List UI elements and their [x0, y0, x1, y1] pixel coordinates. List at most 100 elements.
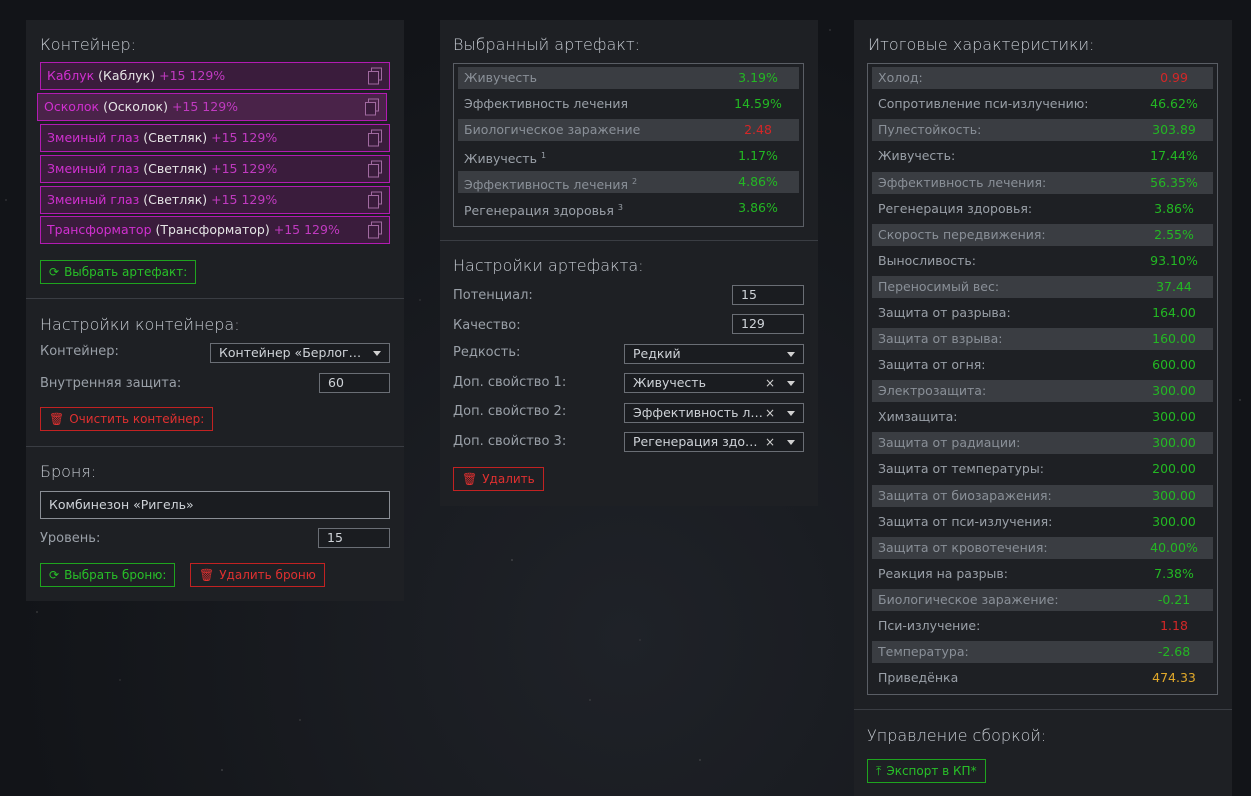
item-name: Змеиный глаз: [47, 130, 140, 145]
chevron-down-icon: [787, 411, 795, 416]
stat-label: Биологическое заражение:: [878, 592, 1059, 607]
item-type: (Трансформатор): [155, 222, 270, 237]
stat-value: 300.00: [1152, 514, 1196, 529]
stat-label: Защита от пси-излучения:: [878, 514, 1053, 529]
item-bonus: +15 129%: [273, 222, 340, 237]
delete-armor-button[interactable]: 🗑 Удалить броню: [190, 563, 325, 587]
stat-value: 300.00: [1152, 409, 1196, 424]
rarity-select[interactable]: Редкий: [624, 344, 804, 364]
total-stat-row: Холод: 0.99: [872, 67, 1213, 89]
stat-value: -2.68: [1157, 644, 1191, 659]
divider: [26, 446, 404, 447]
stat-value: 3.86%: [1154, 201, 1194, 216]
trash-icon: 🗑: [199, 568, 215, 582]
artifact-stat-row: Живучесть 3.19%: [458, 67, 799, 89]
stat-value: 17.44%: [1150, 148, 1198, 163]
container-panel: Контейнер: Каблук (Каблук) +15 129% Оскол…: [26, 20, 404, 601]
stat-label: Выносливость:: [878, 253, 976, 268]
level-label: Уровень:: [40, 531, 101, 546]
stat-label: Защита от кровотечения:: [878, 540, 1048, 555]
stat-value: 37.44: [1156, 279, 1192, 294]
quality-input[interactable]: 129: [732, 314, 804, 334]
level-input[interactable]: 15: [318, 528, 390, 548]
stat-label: Защита от взрыва:: [878, 331, 1003, 346]
stat-label: Живучесть:: [878, 148, 956, 163]
stat-value: -0.21: [1157, 592, 1191, 607]
armor-input[interactable]: Комбинезон «Ригель»: [40, 491, 390, 519]
container-item[interactable]: Осколок (Осколок) +15 129%: [37, 93, 387, 121]
select-armor-button[interactable]: ⟳ Выбрать броню:: [40, 563, 176, 587]
rarity-label: Редкость:: [453, 345, 521, 360]
artifact-stat-row: Эффективность лечения 14.59%: [458, 93, 799, 115]
stat-label: Эффективность лечения:: [878, 175, 1047, 190]
container-item[interactable]: Трансформатор (Трансформатор) +15 129%: [40, 216, 390, 244]
clear-container-button[interactable]: 🗑 Очистить контейнер:: [40, 407, 214, 431]
container-item[interactable]: Змеиный глаз (Светляк) +15 129%: [40, 155, 390, 183]
total-stat-row: Пси-излучение: 1.18: [872, 615, 1213, 637]
chevron-down-icon: [787, 381, 795, 386]
stat-value: 1.18: [1160, 618, 1188, 633]
stat-value: 3.19%: [738, 70, 778, 85]
totals-stats-table: Холод: 0.99 Сопротивление пси-излучению: 46…: [867, 63, 1218, 695]
stat-value: 1.17%: [738, 148, 778, 163]
prop2-select[interactable]: Эффективность л… ×: [624, 403, 804, 423]
total-stat-row: Регенерация здоровья: 3.86%: [872, 198, 1213, 220]
stat-value: 46.62%: [1150, 96, 1198, 111]
clear-icon[interactable]: ×: [765, 433, 775, 451]
stat-value: 200.00: [1152, 461, 1196, 476]
divider: [854, 709, 1232, 710]
item-bonus: +15 129%: [171, 99, 239, 114]
copy-icon[interactable]: [367, 67, 383, 85]
container-item[interactable]: Змеиный глаз (Светляк) +15 129%: [40, 124, 390, 152]
stat-label: Сопротивление пси-излучению:: [878, 96, 1089, 111]
stat-label: Живучесть: [464, 70, 537, 85]
stat-value: 93.10%: [1150, 253, 1198, 268]
stat-label: Пси-излучение:: [878, 618, 981, 633]
item-type: (Каблук): [98, 68, 156, 83]
copy-icon[interactable]: [367, 191, 383, 209]
total-stat-row: Приведёнка 474.33: [872, 667, 1213, 689]
stat-value: 474.33: [1152, 670, 1196, 685]
stat-value: 14.59%: [734, 96, 782, 111]
inner-protection-input[interactable]: 60: [319, 373, 390, 393]
stat-value: 600.00: [1152, 357, 1196, 372]
total-stat-row: Защита от пси-излучения: 300.00: [872, 511, 1213, 533]
total-stat-row: Защита от взрыва: 160.00: [872, 328, 1213, 350]
stat-value: 40.00%: [1150, 540, 1198, 555]
stat-value: 300.00: [1152, 488, 1196, 503]
copy-icon[interactable]: [367, 160, 383, 178]
container-item[interactable]: Каблук (Каблук) +15 129%: [40, 62, 390, 90]
chevron-down-icon: [373, 351, 381, 356]
stat-label: Скорость передвижения:: [878, 227, 1046, 242]
item-bonus: +15 129%: [211, 192, 278, 207]
delete-artifact-button[interactable]: 🗑 Удалить: [453, 467, 544, 491]
stat-label: Защита от биозаражения:: [878, 488, 1052, 503]
total-stat-row: Пулестойкость: 303.89: [872, 119, 1213, 141]
total-stat-row: Эффективность лечения: 56.35%: [872, 172, 1213, 194]
prop1-label: Доп. свойство 1:: [453, 375, 567, 390]
total-stat-row: Выносливость: 93.10%: [872, 250, 1213, 272]
copy-icon[interactable]: [364, 98, 380, 116]
potential-input[interactable]: 15: [732, 285, 804, 305]
stat-label: Биологическое заражение: [464, 122, 641, 137]
inner-protection-label: Внутренняя защита:: [40, 376, 182, 391]
container-select[interactable]: Контейнер «Берлог…: [210, 343, 390, 363]
total-stat-row: Сопротивление пси-излучению: 46.62%: [872, 93, 1213, 115]
clear-icon[interactable]: ×: [765, 374, 775, 392]
item-name: Трансформатор: [47, 222, 152, 237]
artifact-stat-row: Живучесть 1 1.17%: [458, 145, 799, 167]
select-artifact-button[interactable]: ⟳ Выбрать артефакт:: [40, 260, 197, 284]
prop2-label: Доп. свойство 2:: [453, 404, 567, 419]
clear-icon[interactable]: ×: [765, 404, 775, 422]
totals-panel: Итоговые характеристики: Холод: 0.99 Сопро…: [854, 20, 1232, 796]
total-stat-row: Защита от радиации: 300.00: [872, 432, 1213, 454]
stat-label: Переносимый вес:: [878, 279, 1000, 294]
prop3-select[interactable]: Регенерация здо… ×: [624, 432, 804, 452]
total-stat-row: Живучесть: 17.44%: [872, 145, 1213, 167]
stat-label: Регенерация здоровья 3: [464, 203, 623, 219]
copy-icon[interactable]: [367, 221, 383, 239]
copy-icon[interactable]: [367, 129, 383, 147]
prop1-select[interactable]: Живучесть ×: [624, 373, 804, 393]
container-item[interactable]: Змеиный глаз (Светляк) +15 129%: [40, 186, 390, 214]
export-button[interactable]: ⤒ Экспорт в КП*: [867, 759, 986, 783]
